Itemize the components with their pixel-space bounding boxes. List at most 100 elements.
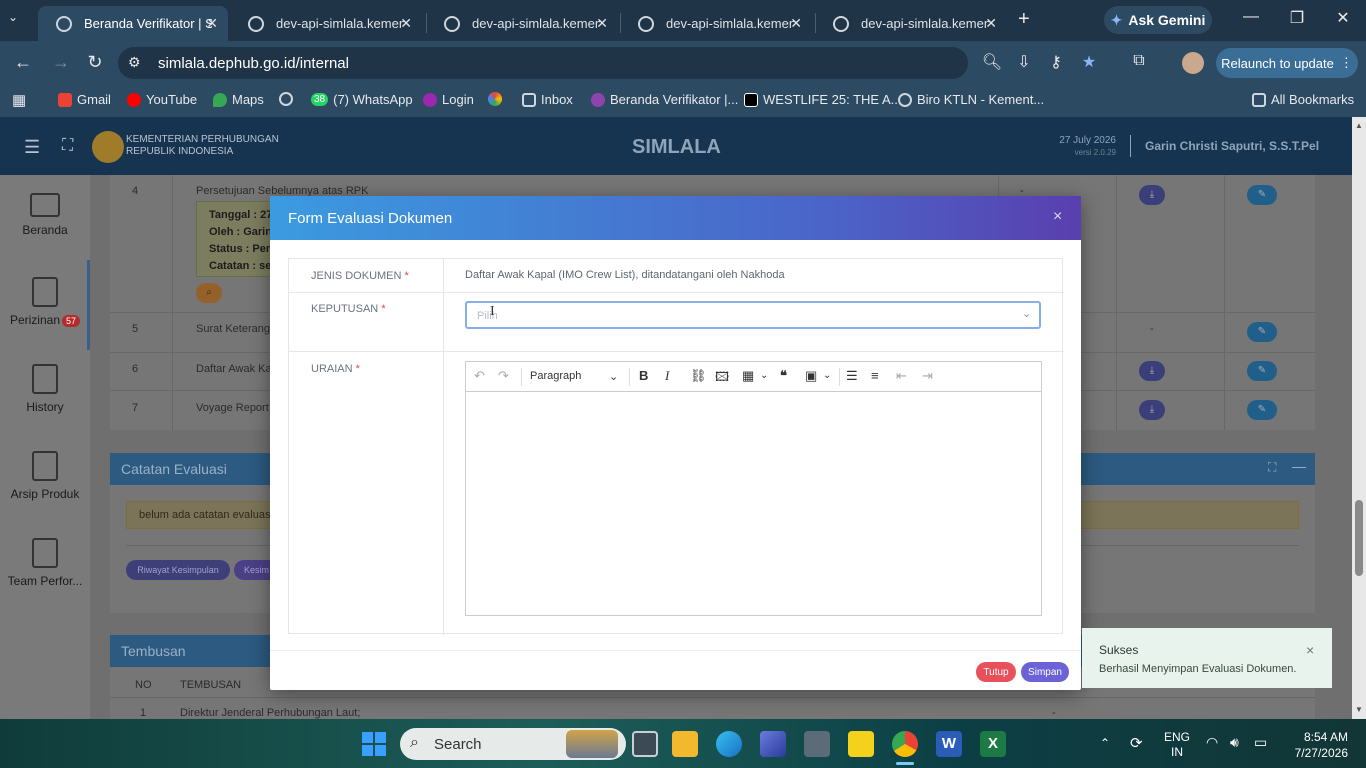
tab-search-chevron-icon[interactable]: ⌄ bbox=[8, 10, 18, 24]
tray-chevron-icon[interactable]: ⌃ bbox=[1100, 736, 1110, 750]
editor-content-area[interactable] bbox=[466, 393, 1041, 615]
sidebar-item-perizinan[interactable]: Perizinan 57 bbox=[0, 277, 90, 327]
toast-close-icon[interactable]: × bbox=[1306, 642, 1314, 658]
maximize-icon[interactable]: ❐ bbox=[1282, 8, 1312, 28]
back-icon[interactable]: ← bbox=[12, 52, 34, 73]
riwayat-kesimpulan-button[interactable]: Riwayat Kesimpulan bbox=[126, 560, 230, 580]
volume-icon[interactable]: 🔊︎ bbox=[1230, 734, 1239, 751]
relaunch-button[interactable]: Relaunch to update ⋮ bbox=[1216, 48, 1358, 78]
tab-5[interactable]: dev-api-simlala.kemenh ✕ bbox=[815, 6, 1007, 41]
hamburger-menu-icon[interactable]: ☰ bbox=[24, 137, 40, 158]
close-tab-icon[interactable]: ✕ bbox=[400, 15, 412, 32]
modal-close-icon[interactable]: × bbox=[1053, 208, 1062, 226]
copilot-icon[interactable] bbox=[760, 731, 786, 757]
search-detail-button[interactable]: ⌕ bbox=[196, 283, 222, 303]
fullscreen-icon[interactable]: ⛶ bbox=[62, 137, 73, 155]
language-indicator[interactable]: ENG IN bbox=[1164, 730, 1190, 760]
edit-icon[interactable]: ✎ bbox=[1247, 322, 1277, 342]
apps-grid-icon[interactable]: ▦ bbox=[12, 91, 26, 109]
page-scrollbar[interactable]: ▲ ▼ bbox=[1352, 117, 1366, 719]
reload-icon[interactable]: ↻ bbox=[84, 52, 106, 73]
tutup-button[interactable]: Tutup bbox=[976, 662, 1016, 682]
close-tab-icon[interactable]: ✕ bbox=[790, 15, 802, 32]
close-tab-icon[interactable]: ✕ bbox=[596, 15, 608, 32]
sidebar-item-history[interactable]: History bbox=[0, 364, 90, 414]
excel-icon[interactable]: X bbox=[980, 731, 1006, 757]
blockquote-icon[interactable]: ❝ bbox=[780, 368, 787, 384]
window-close-icon[interactable]: ✕ bbox=[1328, 8, 1358, 28]
profile-avatar[interactable] bbox=[1182, 52, 1204, 74]
tab-4[interactable]: dev-api-simlala.kemenh ✕ bbox=[620, 6, 812, 41]
bookmark-westlife[interactable]: WESTLIFE 25: THE A... bbox=[744, 92, 901, 107]
numbered-list-icon[interactable]: ≡ bbox=[871, 368, 879, 383]
task-view-icon[interactable] bbox=[632, 731, 658, 757]
password-key-icon[interactable]: ⚷ bbox=[1044, 52, 1068, 72]
expand-icon[interactable]: ⛶ bbox=[1268, 460, 1276, 475]
ask-gemini-button[interactable]: ✦ Ask Gemini bbox=[1104, 6, 1212, 34]
minimize-icon[interactable]: — bbox=[1236, 8, 1266, 26]
sync-icon[interactable]: ⟳ bbox=[1130, 734, 1143, 752]
sidebar-item-beranda[interactable]: Beranda bbox=[0, 193, 90, 237]
edit-icon[interactable]: ✎ bbox=[1247, 185, 1277, 205]
sidebar-item-arsip-produk[interactable]: Arsip Produk bbox=[0, 451, 90, 501]
tab-3[interactable]: dev-api-simlala.kemenh ✕ bbox=[426, 6, 618, 41]
bookmark-login[interactable]: Login bbox=[423, 92, 474, 107]
bookmark-pinwheel[interactable] bbox=[488, 92, 502, 106]
italic-icon[interactable]: I bbox=[665, 368, 669, 384]
undo-icon[interactable]: ↶ bbox=[474, 368, 485, 384]
bookmark-youtube[interactable]: YouTube bbox=[127, 92, 197, 107]
scrollbar-thumb[interactable] bbox=[1355, 500, 1363, 576]
zoom-icon[interactable]: 🔍︎ bbox=[980, 52, 1004, 72]
site-settings-icon[interactable]: ⚙ bbox=[128, 54, 141, 71]
sticky-notes-icon[interactable] bbox=[848, 731, 874, 757]
taskbar-search[interactable]: ⌕ Search bbox=[400, 728, 626, 760]
user-name[interactable]: Garin Christi Saputri, S.S.T.Pel bbox=[1145, 139, 1319, 153]
kesimpulan-button[interactable]: Kesim bbox=[234, 560, 274, 580]
all-bookmarks[interactable]: All Bookmarks bbox=[1252, 92, 1354, 107]
table-icon[interactable]: ▦ bbox=[742, 368, 754, 384]
wifi-icon[interactable]: ◠ bbox=[1206, 734, 1218, 751]
camera-icon[interactable] bbox=[804, 731, 830, 757]
scroll-down-icon[interactable]: ▼ bbox=[1355, 705, 1363, 714]
link-icon[interactable]: ⛓ bbox=[690, 368, 707, 384]
bookmark-gmail[interactable]: Gmail bbox=[58, 92, 111, 107]
clock[interactable]: 8:54 AM 7/27/2026 bbox=[1284, 729, 1348, 761]
edit-icon[interactable]: ✎ bbox=[1247, 361, 1277, 381]
battery-icon[interactable]: ▭ bbox=[1254, 734, 1267, 751]
url-text[interactable]: simlala.dephub.go.id/internal bbox=[158, 55, 349, 72]
bookmark-star-icon[interactable]: ★ bbox=[1077, 52, 1101, 72]
tab-1[interactable]: Beranda Verifikator | Si ✕ bbox=[38, 6, 228, 41]
bookmark-beranda[interactable]: Beranda Verifikator |... bbox=[591, 92, 738, 107]
scroll-up-icon[interactable]: ▲ bbox=[1355, 121, 1363, 130]
extensions-icon[interactable]: ⧉ bbox=[1127, 52, 1151, 70]
word-icon[interactable]: W bbox=[936, 731, 962, 757]
file-explorer-icon[interactable] bbox=[672, 731, 698, 757]
download-icon[interactable]: ⤓ bbox=[1139, 400, 1165, 420]
bulleted-list-icon[interactable]: ☰ bbox=[846, 368, 858, 384]
close-tab-icon[interactable]: ✕ bbox=[985, 15, 997, 32]
bookmark-inbox[interactable]: Inbox bbox=[522, 92, 573, 107]
paragraph-style-dropdown[interactable]: Paragraph bbox=[530, 370, 581, 382]
new-tab-icon[interactable]: + bbox=[1018, 8, 1030, 31]
sidebar-item-team-performance[interactable]: Team Perfor... bbox=[0, 538, 90, 588]
indent-icon[interactable]: ⇥ bbox=[922, 368, 933, 384]
edge-icon[interactable] bbox=[716, 731, 742, 757]
outdent-icon[interactable]: ⇤ bbox=[896, 368, 907, 384]
tab-2[interactable]: dev-api-simlala.kemenh ✕ bbox=[230, 6, 422, 41]
keputusan-select[interactable]: Pilih ⌄ bbox=[465, 301, 1041, 329]
bookmark-whatsapp[interactable]: 38 (7) WhatsApp bbox=[311, 92, 413, 107]
bookmark-globe[interactable] bbox=[279, 92, 293, 106]
collapse-icon[interactable]: — bbox=[1292, 458, 1306, 474]
redo-icon[interactable]: ↷ bbox=[498, 368, 509, 384]
media-embed-icon[interactable]: ▣ bbox=[805, 368, 817, 384]
simpan-button[interactable]: Simpan bbox=[1021, 662, 1069, 682]
chrome-icon[interactable] bbox=[892, 731, 918, 757]
bookmark-biro-ktln[interactable]: Biro KTLN - Kement... bbox=[898, 92, 1044, 107]
insert-image-icon[interactable]: 🖾 bbox=[715, 368, 729, 390]
install-app-icon[interactable]: ⇩ bbox=[1012, 52, 1036, 72]
forward-icon[interactable]: → bbox=[50, 52, 72, 73]
download-icon[interactable]: ⤓ bbox=[1139, 185, 1165, 205]
bookmark-maps[interactable]: Maps bbox=[213, 92, 264, 107]
edit-icon[interactable]: ✎ bbox=[1247, 400, 1277, 420]
bold-icon[interactable]: B bbox=[639, 368, 648, 383]
